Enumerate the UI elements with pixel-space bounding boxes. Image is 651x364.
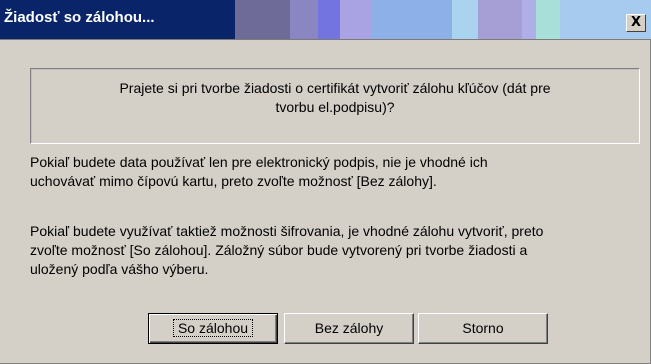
close-button[interactable]: X [626,14,646,32]
with-backup-button[interactable]: So zálohou [148,313,278,344]
info-signature-line-1: Pokiaľ budete data používať len pre elek… [30,154,488,170]
window-title: Žiadosť so zálohou... [4,9,155,26]
dialog-window: Žiadosť so zálohou... X Prajete si pri t… [0,0,651,364]
info-signature-paragraph: Pokiaľ budete data používať len pre elek… [30,153,488,191]
info-encryption-paragraph: Pokiaľ budete využívať taktiež možnosti … [30,222,543,279]
info-signature-line-2: uchovávať mimo čípovú kartu, preto zvoľt… [30,173,437,189]
info-encryption-line-2: zvoľte možnosť [So zálohou]. Záložný súb… [30,242,528,258]
info-encryption-line-1: Pokiaľ budete využívať taktiež možnosti … [30,223,544,239]
without-backup-button-label: Bez zálohy [314,320,384,336]
question-text-line-2: tvorbu el.podpisu)? [275,99,395,115]
question-text-line-1: Prajete si pri tvorbe žiadosti o certifi… [119,80,551,96]
with-backup-button-label: So zálohou [172,319,254,337]
close-icon: X [630,15,642,30]
cancel-button[interactable]: Storno [418,313,548,344]
question-panel: Prajete si pri tvorbe žiadosti o certifi… [30,68,640,144]
cancel-button-label: Storno [462,320,504,336]
info-encryption-line-3: uložený podľa vášho výberu. [30,261,209,277]
without-backup-button[interactable]: Bez zálohy [284,313,414,344]
title-bar[interactable]: Žiadosť so zálohou... X [0,0,651,40]
